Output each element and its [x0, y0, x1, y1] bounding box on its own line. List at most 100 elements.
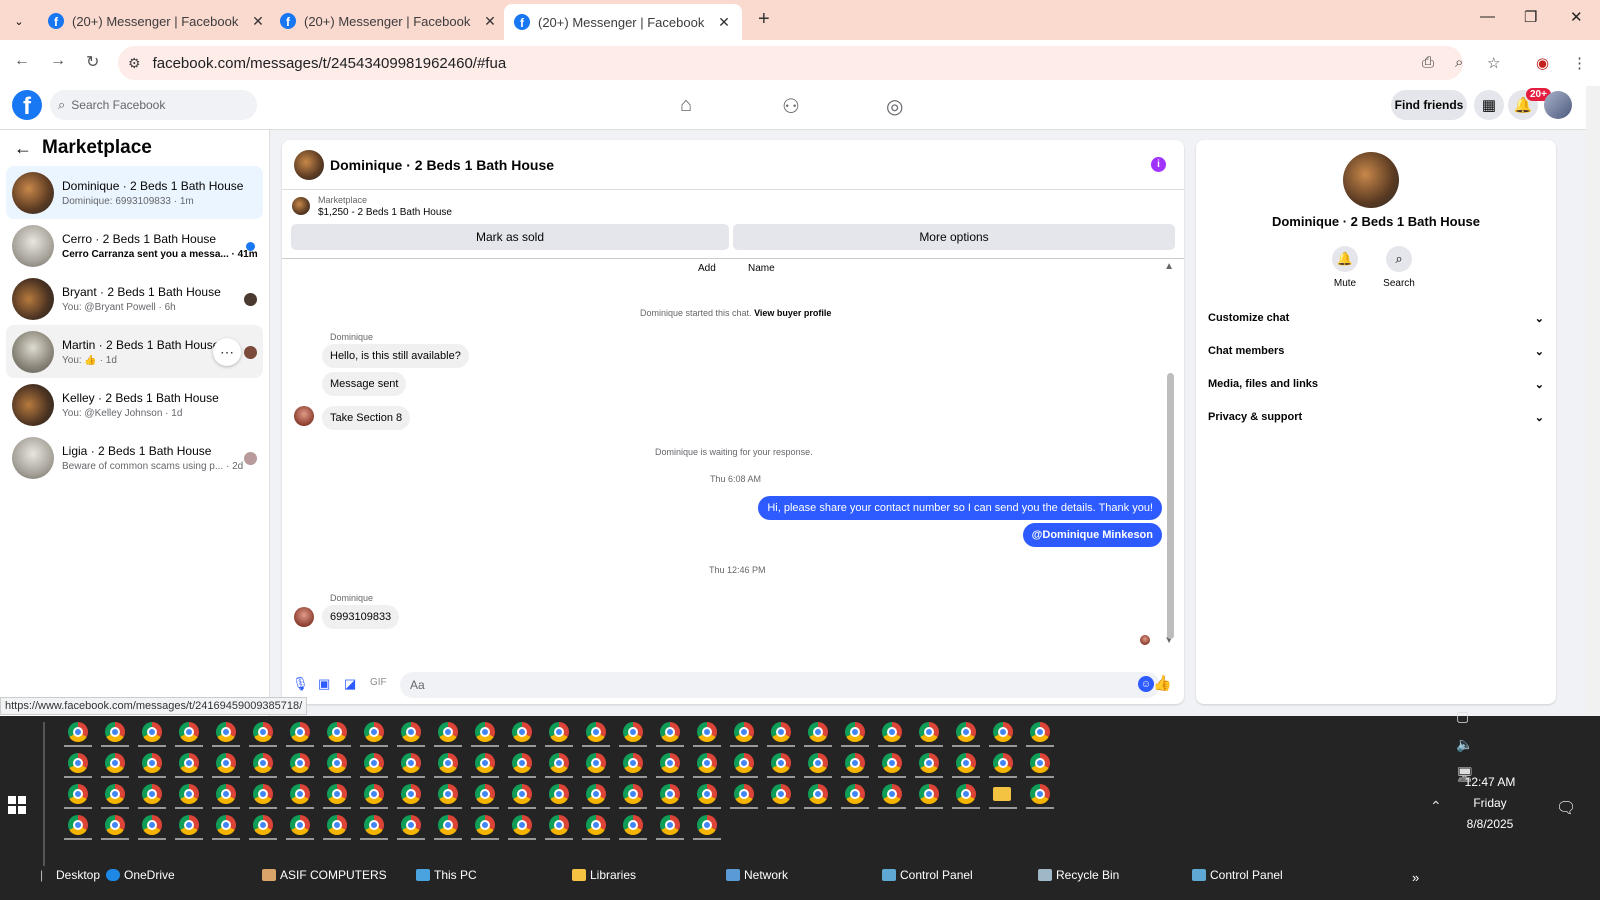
- conversation-item[interactable]: Martin · 2 Beds 1 Bath House You: 👍 · 1d…: [6, 325, 263, 378]
- chrome-shortcut-icon[interactable]: [734, 784, 754, 804]
- chrome-shortcut-icon[interactable]: [1030, 722, 1050, 742]
- chrome-shortcut-icon[interactable]: [512, 753, 532, 773]
- chrome-shortcut-icon[interactable]: [364, 815, 384, 835]
- chrome-shortcut-icon[interactable]: [290, 753, 310, 773]
- chrome-shortcut-icon[interactable]: [882, 784, 902, 804]
- message-input[interactable]: Aa ☺: [400, 672, 1160, 698]
- groups-icon[interactable]: ◎: [886, 94, 903, 119]
- sender-avatar[interactable]: [294, 607, 314, 627]
- chrome-shortcut-icon[interactable]: [512, 815, 532, 835]
- taskbar-libraries[interactable]: Libraries: [572, 868, 636, 882]
- chrome-shortcut-icon[interactable]: [401, 815, 421, 835]
- reload-icon[interactable]: ↻: [86, 52, 99, 72]
- chrome-shortcut-icon[interactable]: [882, 753, 902, 773]
- chrome-shortcut-icon[interactable]: [549, 753, 569, 773]
- chrome-shortcut-icon[interactable]: [401, 722, 421, 742]
- browser-tab-1[interactable]: f (20+) Messenger | Facebook ✕: [38, 4, 276, 38]
- chat-avatar[interactable]: [294, 149, 324, 180]
- chrome-shortcut-icon[interactable]: [1030, 784, 1050, 804]
- restore-icon[interactable]: ❐: [1524, 8, 1537, 26]
- more-options-icon[interactable]: ⋯: [213, 338, 241, 366]
- taskbar-recycle-bin[interactable]: Recycle Bin: [1038, 868, 1119, 882]
- chrome-shortcut-icon[interactable]: [290, 815, 310, 835]
- taskbar-this-pc[interactable]: This PC: [416, 868, 477, 882]
- minimize-icon[interactable]: —: [1480, 8, 1495, 25]
- chrome-shortcut-icon[interactable]: [327, 722, 347, 742]
- chrome-shortcut-icon[interactable]: [179, 753, 199, 773]
- forward-arrow-icon[interactable]: →: [50, 52, 66, 70]
- chat-profile-picture[interactable]: [1343, 152, 1399, 208]
- page-scrollbar[interactable]: [1586, 86, 1600, 716]
- add-label[interactable]: Add: [698, 263, 716, 274]
- chrome-shortcut-icon[interactable]: [401, 784, 421, 804]
- chrome-shortcut-icon[interactable]: [697, 815, 717, 835]
- chrome-shortcut-icon[interactable]: [253, 784, 273, 804]
- view-buyer-profile-link[interactable]: View buyer profile: [754, 308, 831, 318]
- chrome-shortcut-icon[interactable]: [290, 784, 310, 804]
- chrome-shortcut-icon[interactable]: [364, 784, 384, 804]
- tab-search-dropdown[interactable]: ⌄: [8, 10, 30, 32]
- chrome-shortcut-icon[interactable]: [808, 753, 828, 773]
- chrome-shortcut-icon[interactable]: [697, 784, 717, 804]
- sender-avatar[interactable]: [294, 406, 314, 426]
- incoming-message[interactable]: Take Section 8: [322, 406, 411, 430]
- action-center-icon[interactable]: 🗨: [1556, 798, 1576, 818]
- taskbar-overflow-chevron[interactable]: »: [1412, 870, 1419, 885]
- chrome-shortcut-icon[interactable]: [771, 784, 791, 804]
- chrome-shortcut-icon[interactable]: [697, 722, 717, 742]
- new-tab-button[interactable]: +: [758, 8, 770, 31]
- chrome-shortcut-icon[interactable]: [512, 722, 532, 742]
- chrome-shortcut-icon[interactable]: [253, 722, 273, 742]
- info-icon[interactable]: i: [1151, 157, 1166, 172]
- more-options-button[interactable]: More options: [733, 224, 1175, 250]
- chrome-shortcut-icon[interactable]: [586, 784, 606, 804]
- chrome-shortcut-icon[interactable]: [475, 753, 495, 773]
- outgoing-message[interactable]: Hi, please share your contact number so …: [758, 496, 1162, 520]
- conversation-item[interactable]: Kelley · 2 Beds 1 Bath House You: @Kelle…: [6, 378, 263, 431]
- volume-icon[interactable]: 🔈: [1456, 736, 1473, 753]
- chrome-shortcut-icon[interactable]: [327, 784, 347, 804]
- chrome-shortcut-icon[interactable]: [586, 753, 606, 773]
- microphone-icon[interactable]: 🎙: [292, 676, 309, 692]
- desktop-toolbar-label[interactable]: Desktop: [56, 868, 100, 882]
- chrome-shortcut-icon[interactable]: [216, 815, 236, 835]
- mute-button[interactable]: 🔔 Mute: [1315, 246, 1375, 289]
- taskbar-asif-computers[interactable]: ASIF COMPUTERS: [262, 868, 387, 882]
- privacy-support-section[interactable]: Privacy & support ⌄: [1208, 411, 1544, 424]
- chrome-shortcut-icon[interactable]: [438, 722, 458, 742]
- chrome-shortcut-icon[interactable]: [956, 784, 976, 804]
- chrome-shortcut-icon[interactable]: [142, 815, 162, 835]
- chrome-shortcut-icon[interactable]: [956, 753, 976, 773]
- chat-members-section[interactable]: Chat members ⌄: [1208, 345, 1544, 358]
- sticker-icon[interactable]: ◪: [344, 676, 356, 692]
- incoming-message[interactable]: Hello, is this still available?: [322, 344, 469, 368]
- chrome-shortcut-icon[interactable]: [142, 784, 162, 804]
- photo-icon[interactable]: ▣: [318, 676, 330, 692]
- chrome-shortcut-icon[interactable]: [216, 753, 236, 773]
- chrome-shortcut-icon[interactable]: [549, 722, 569, 742]
- chrome-shortcut-icon[interactable]: [771, 722, 791, 742]
- chrome-shortcut-icon[interactable]: [623, 815, 643, 835]
- zoom-icon[interactable]: ⌕: [1455, 54, 1463, 71]
- outgoing-message[interactable]: @Dominique Minkeson: [1022, 523, 1162, 547]
- chat-scrollbar[interactable]: [1167, 373, 1174, 639]
- chrome-shortcut-icon[interactable]: [549, 815, 569, 835]
- chrome-shortcut-icon[interactable]: [179, 784, 199, 804]
- taskbar-network[interactable]: Network: [726, 868, 788, 882]
- chrome-shortcut-icon[interactable]: [808, 722, 828, 742]
- chrome-shortcut-icon[interactable]: [660, 784, 680, 804]
- chrome-shortcut-icon[interactable]: [919, 784, 939, 804]
- home-icon[interactable]: ⌂: [680, 94, 692, 117]
- bookmark-star-icon[interactable]: ☆: [1487, 54, 1500, 72]
- chrome-shortcut-icon[interactable]: [68, 815, 88, 835]
- chrome-shortcut-icon[interactable]: [623, 753, 643, 773]
- chrome-shortcut-icon[interactable]: [438, 815, 458, 835]
- chrome-shortcut-icon[interactable]: [623, 784, 643, 804]
- chrome-shortcut-icon[interactable]: [290, 722, 310, 742]
- browser-tab-active[interactable]: f (20+) Messenger | Facebook ✕: [504, 4, 742, 40]
- search-facebook-input[interactable]: ⌕ Search Facebook: [50, 90, 257, 120]
- chrome-shortcut-icon[interactable]: [475, 722, 495, 742]
- conversation-item[interactable]: Bryant · 2 Beds 1 Bath House You: @Bryan…: [6, 272, 263, 325]
- chrome-shortcut-icon[interactable]: [734, 722, 754, 742]
- chrome-shortcut-icon[interactable]: [993, 753, 1013, 773]
